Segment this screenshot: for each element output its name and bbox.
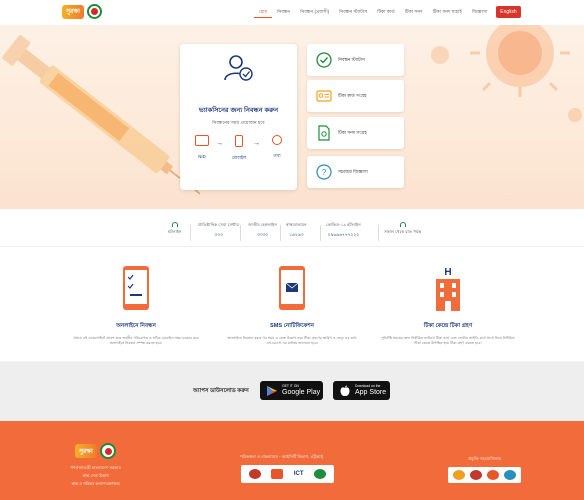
certificate-icon	[318, 125, 330, 141]
vaccine-certificate-label: টিকা সনদ সংগ্রহ	[338, 129, 367, 135]
vaccine-card-card[interactable]: টিকা কার্ড সংগ্রহ	[307, 80, 404, 112]
step-info: তথ্য	[265, 135, 289, 160]
stat-service-center: প্রাতিষ্ঠানিক সেবা সেন্টার ৩৩৩	[198, 222, 239, 237]
footer: সুরক্ষা গণপ্রজাতন্ত্রী বাংলাদেশ সরকার স্…	[0, 421, 584, 500]
footer-tech-logos	[448, 467, 521, 483]
top-header: সুরক্ষা হোম নিবন্ধন নিবন্ধন (প্রবাসী) নি…	[0, 0, 584, 25]
page: সুরক্ষা হোম নিবন্ধন নিবন্ধন (প্রবাসী) নি…	[0, 0, 584, 500]
army-logo	[469, 470, 482, 480]
registration-status-label: নিবন্ধন স্ট্যাটাস	[338, 56, 365, 62]
headset-icon	[399, 222, 406, 227]
hospital-icon: H	[436, 267, 460, 311]
id-card-icon	[195, 135, 209, 146]
footer-tech-title: প্রযুক্তি সহযোগিতায়	[468, 456, 502, 461]
nav-home[interactable]: হোম	[254, 8, 273, 18]
app-download-section: অ্যাপস ডাউনলোড করুন GET IT ON Google Pla…	[0, 361, 584, 421]
registration-title: ভ্যাকসিনের জন্য নিবন্ধন করুন	[198, 107, 279, 114]
registration-card[interactable]: ভ্যাকসিনের জন্য নিবন্ধন করুন নিবন্ধনের স…	[180, 44, 297, 190]
footer-org-line-2: স্বাস্থ্য সেবা বিভাগ	[82, 474, 109, 478]
nav-faq[interactable]: জিজ্ঞাসা	[467, 8, 493, 18]
ict-division-logo: ICT	[293, 471, 304, 477]
tech-partner-logo	[487, 470, 500, 480]
syringe-illustration	[2, 35, 200, 203]
svg-text:?: ?	[322, 168, 327, 177]
tech-partner-logo	[452, 470, 465, 480]
faq-label: সচরাচর জিজ্ঞাসা	[338, 168, 368, 174]
feature-title: অনলাইনে নিবন্ধন	[116, 323, 156, 329]
seal-logo	[271, 469, 284, 479]
feature-description: প্রথমে এই ওয়েবসাইটে প্রবেশ করে জাতীয় প…	[73, 336, 199, 346]
question-circle-icon: ?	[316, 164, 332, 180]
nav-verify-certificate[interactable]: টিকা সনদ যাচাই	[428, 8, 467, 18]
footer-org-line-3: স্বাস্থ্য ও পরিবার কল্যাণ মন্ত্রণালয়	[71, 482, 120, 486]
app-store-small-text: Download on the	[355, 383, 381, 388]
check-circle-icon	[316, 52, 332, 68]
government-seal-icon	[87, 4, 102, 19]
nav-registration-expat[interactable]: নিবন্ধন (প্রবাসী)	[295, 8, 334, 18]
virus-illustration	[431, 25, 582, 122]
process-steps-section: অনলাইনে নিবন্ধন প্রথমে এই ওয়েবসাইটে প্র…	[0, 247, 584, 361]
faq-card[interactable]: ? সচরাচর জিজ্ঞাসা	[307, 156, 404, 188]
footer-partners-title: পরিকল্পনা ও বাস্তবায়নে - আইসিটি বিভাগ, …	[240, 454, 323, 459]
registration-subtitle: নিবন্ধনের সময় প্রয়োজন হবে	[212, 120, 265, 125]
main-nav: হোম নিবন্ধন নিবন্ধন (প্রবাসী) নিবন্ধন স্…	[254, 8, 521, 18]
user-check-icon	[224, 55, 253, 81]
step-mobile: মোবাইল	[227, 135, 251, 162]
sms-phone-icon	[279, 266, 305, 310]
stat-hours: সকাল থেকে রাত পর্যন্ত	[384, 222, 421, 236]
app-store-button[interactable]: Download on the App Store	[333, 381, 390, 400]
info-icon	[272, 135, 282, 145]
feature-sms-notification: SMS নোটিফিকেশন অনলাইনে নিবন্ধন করার পর স…	[222, 265, 362, 346]
surokkha-logo: সুরক্ষা	[62, 4, 84, 19]
brand-logo[interactable]: সুরক্ষা	[62, 4, 102, 19]
feature-online-registration: অনলাইনে নিবন্ধন প্রথমে এই ওয়েবসাইটে প্র…	[66, 265, 206, 346]
nav-vaccine-certificate[interactable]: টিকা সনদ	[400, 8, 428, 18]
stat-national-helpline: জাতীয় হেল্পলাইন ৩৩৩০	[248, 222, 277, 237]
vaccine-certificate-card[interactable]: টিকা সনদ সংগ্রহ	[307, 117, 404, 149]
feature-title: টিকা কেন্দ্রে টিকা গ্রহণ	[423, 323, 473, 329]
nav-registration[interactable]: নিবন্ধন	[272, 8, 295, 18]
step-nid: NID	[190, 135, 214, 159]
a2i-logo	[313, 469, 326, 479]
language-toggle-button[interactable]: English	[496, 6, 521, 18]
arrow-right-icon: →	[216, 140, 223, 147]
checklist-phone-icon	[123, 266, 149, 310]
google-play-icon	[267, 385, 277, 396]
footer-org-line-1: গণপ্রজাতন্ত্রী বাংলাদেশ সরকার	[70, 465, 121, 470]
stat-hotline: হটলাইন	[168, 222, 182, 236]
google-play-button[interactable]: GET IT ON Google Play	[260, 381, 323, 400]
footer-surokkha-logo: সুরক্ষা	[75, 444, 97, 458]
arrow-right-icon: →	[253, 140, 260, 147]
feature-title: SMS নোটিফিকেশন	[269, 323, 315, 329]
feature-description: সুনির্দিষ্ট সময়ের জন্য নির্ধারিত তারিখে…	[381, 336, 515, 346]
stat-health-portal: স্বাস্থ্যবাতায়ন ১৬২৬৩	[286, 222, 307, 237]
tech-partner-logo	[504, 470, 517, 480]
stat-covid-hotline: কোভিড-১৯ হটলাইন ০৯৬৬৬৭৭৭২২২	[326, 222, 361, 237]
svg-text:H: H	[444, 267, 451, 278]
hero-section: ভ্যাকসিনের জন্য নিবন্ধন করুন নিবন্ধনের স…	[0, 25, 584, 209]
feature-vaccination-center: H টিকা কেন্দ্রে টিকা গ্রহণ সুনির্দিষ্ট স…	[378, 265, 518, 346]
hotline-stats-bar: হটলাইন প্রাতিষ্ঠানিক সেবা সেন্টার ৩৩৩ জা…	[0, 209, 584, 247]
download-label: অ্যাপস ডাউনলোড করুন	[193, 388, 249, 394]
nav-vaccine-card[interactable]: টিকা কার্ড	[372, 8, 400, 18]
step-nid-label: NID	[198, 154, 206, 159]
footer-partner-logos: ICT	[241, 465, 334, 483]
app-store-big-text: App Store	[355, 389, 387, 397]
feature-description: অনলাইনে নিবন্ধন করার পর সময় ও কেন্দ্র উ…	[227, 336, 357, 346]
step-info-label: তথ্য	[273, 153, 281, 158]
google-play-small-text: GET IT ON	[282, 383, 299, 388]
footer-brand: সুরক্ষা গণপ্রজাতন্ত্রী বাংলাদেশ সরকার স্…	[68, 443, 123, 488]
id-card-icon	[316, 90, 332, 102]
mobile-phone-icon	[235, 135, 243, 147]
digital-bangladesh-logo	[249, 469, 262, 479]
government-seal-icon	[100, 443, 116, 459]
apple-icon	[340, 385, 350, 396]
vaccine-card-label: টিকা কার্ড সংগ্রহ	[338, 92, 367, 98]
google-play-big-text: Google Play	[282, 389, 321, 397]
step-mobile-label: মোবাইল	[231, 155, 247, 160]
headset-icon	[171, 222, 178, 227]
nav-registration-status[interactable]: নিবন্ধন স্ট্যাটাস	[334, 8, 372, 18]
registration-status-card[interactable]: নিবন্ধন স্ট্যাটাস	[307, 44, 404, 76]
